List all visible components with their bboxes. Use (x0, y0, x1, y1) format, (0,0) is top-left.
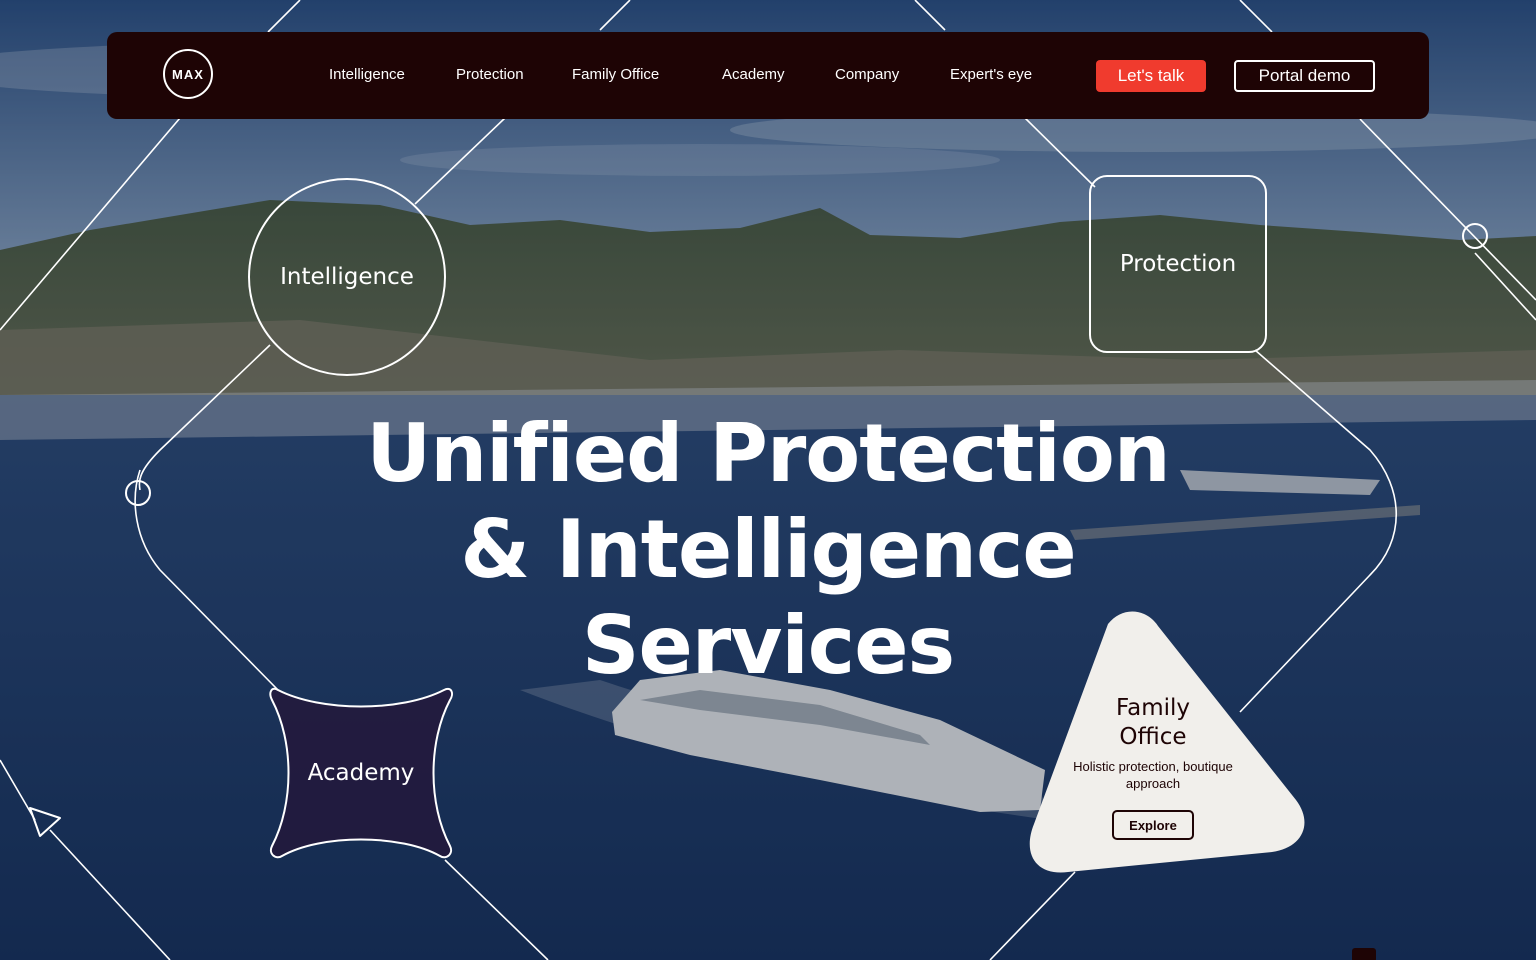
lets-talk-button[interactable]: Let's talk (1096, 60, 1206, 92)
nav-link-academy[interactable]: Academy (722, 66, 785, 83)
nav-link-experts-eye[interactable]: Expert's eye (950, 66, 1032, 83)
family-office-title-line-2: Office (1119, 724, 1187, 750)
nav-link-company[interactable]: Company (835, 66, 899, 83)
hero-title-line-2: & Intelligence (460, 503, 1076, 596)
nav-link-family-office[interactable]: Family Office (572, 66, 659, 83)
portal-demo-button[interactable]: Portal demo (1234, 60, 1375, 92)
node-academy[interactable]: Academy (266, 680, 456, 866)
logo-text: MAX (172, 66, 204, 82)
node-intelligence[interactable]: Intelligence (248, 178, 446, 376)
node-protection-label: Protection (1119, 251, 1237, 277)
family-office-title-line-1: Family (1115, 695, 1190, 721)
max-logo[interactable]: MAX (163, 49, 213, 99)
node-academy-label: Academy (307, 760, 415, 786)
node-protection[interactable]: Protection (1089, 175, 1267, 353)
family-office-title: Family Office (1066, 694, 1240, 752)
nav-link-intelligence[interactable]: Intelligence (329, 66, 405, 83)
family-office-card: Family Office Holistic protection, bouti… (1026, 610, 1306, 880)
top-navbar: MAX Intelligence Protection Family Offic… (107, 32, 1429, 119)
hero-title-line-1: Unified Protection (366, 407, 1170, 500)
explore-button[interactable]: Explore (1112, 810, 1194, 840)
family-office-description: Holistic protection, boutique approach (1073, 759, 1233, 791)
node-intelligence-label: Intelligence (280, 264, 414, 290)
nav-link-protection[interactable]: Protection (456, 66, 524, 83)
